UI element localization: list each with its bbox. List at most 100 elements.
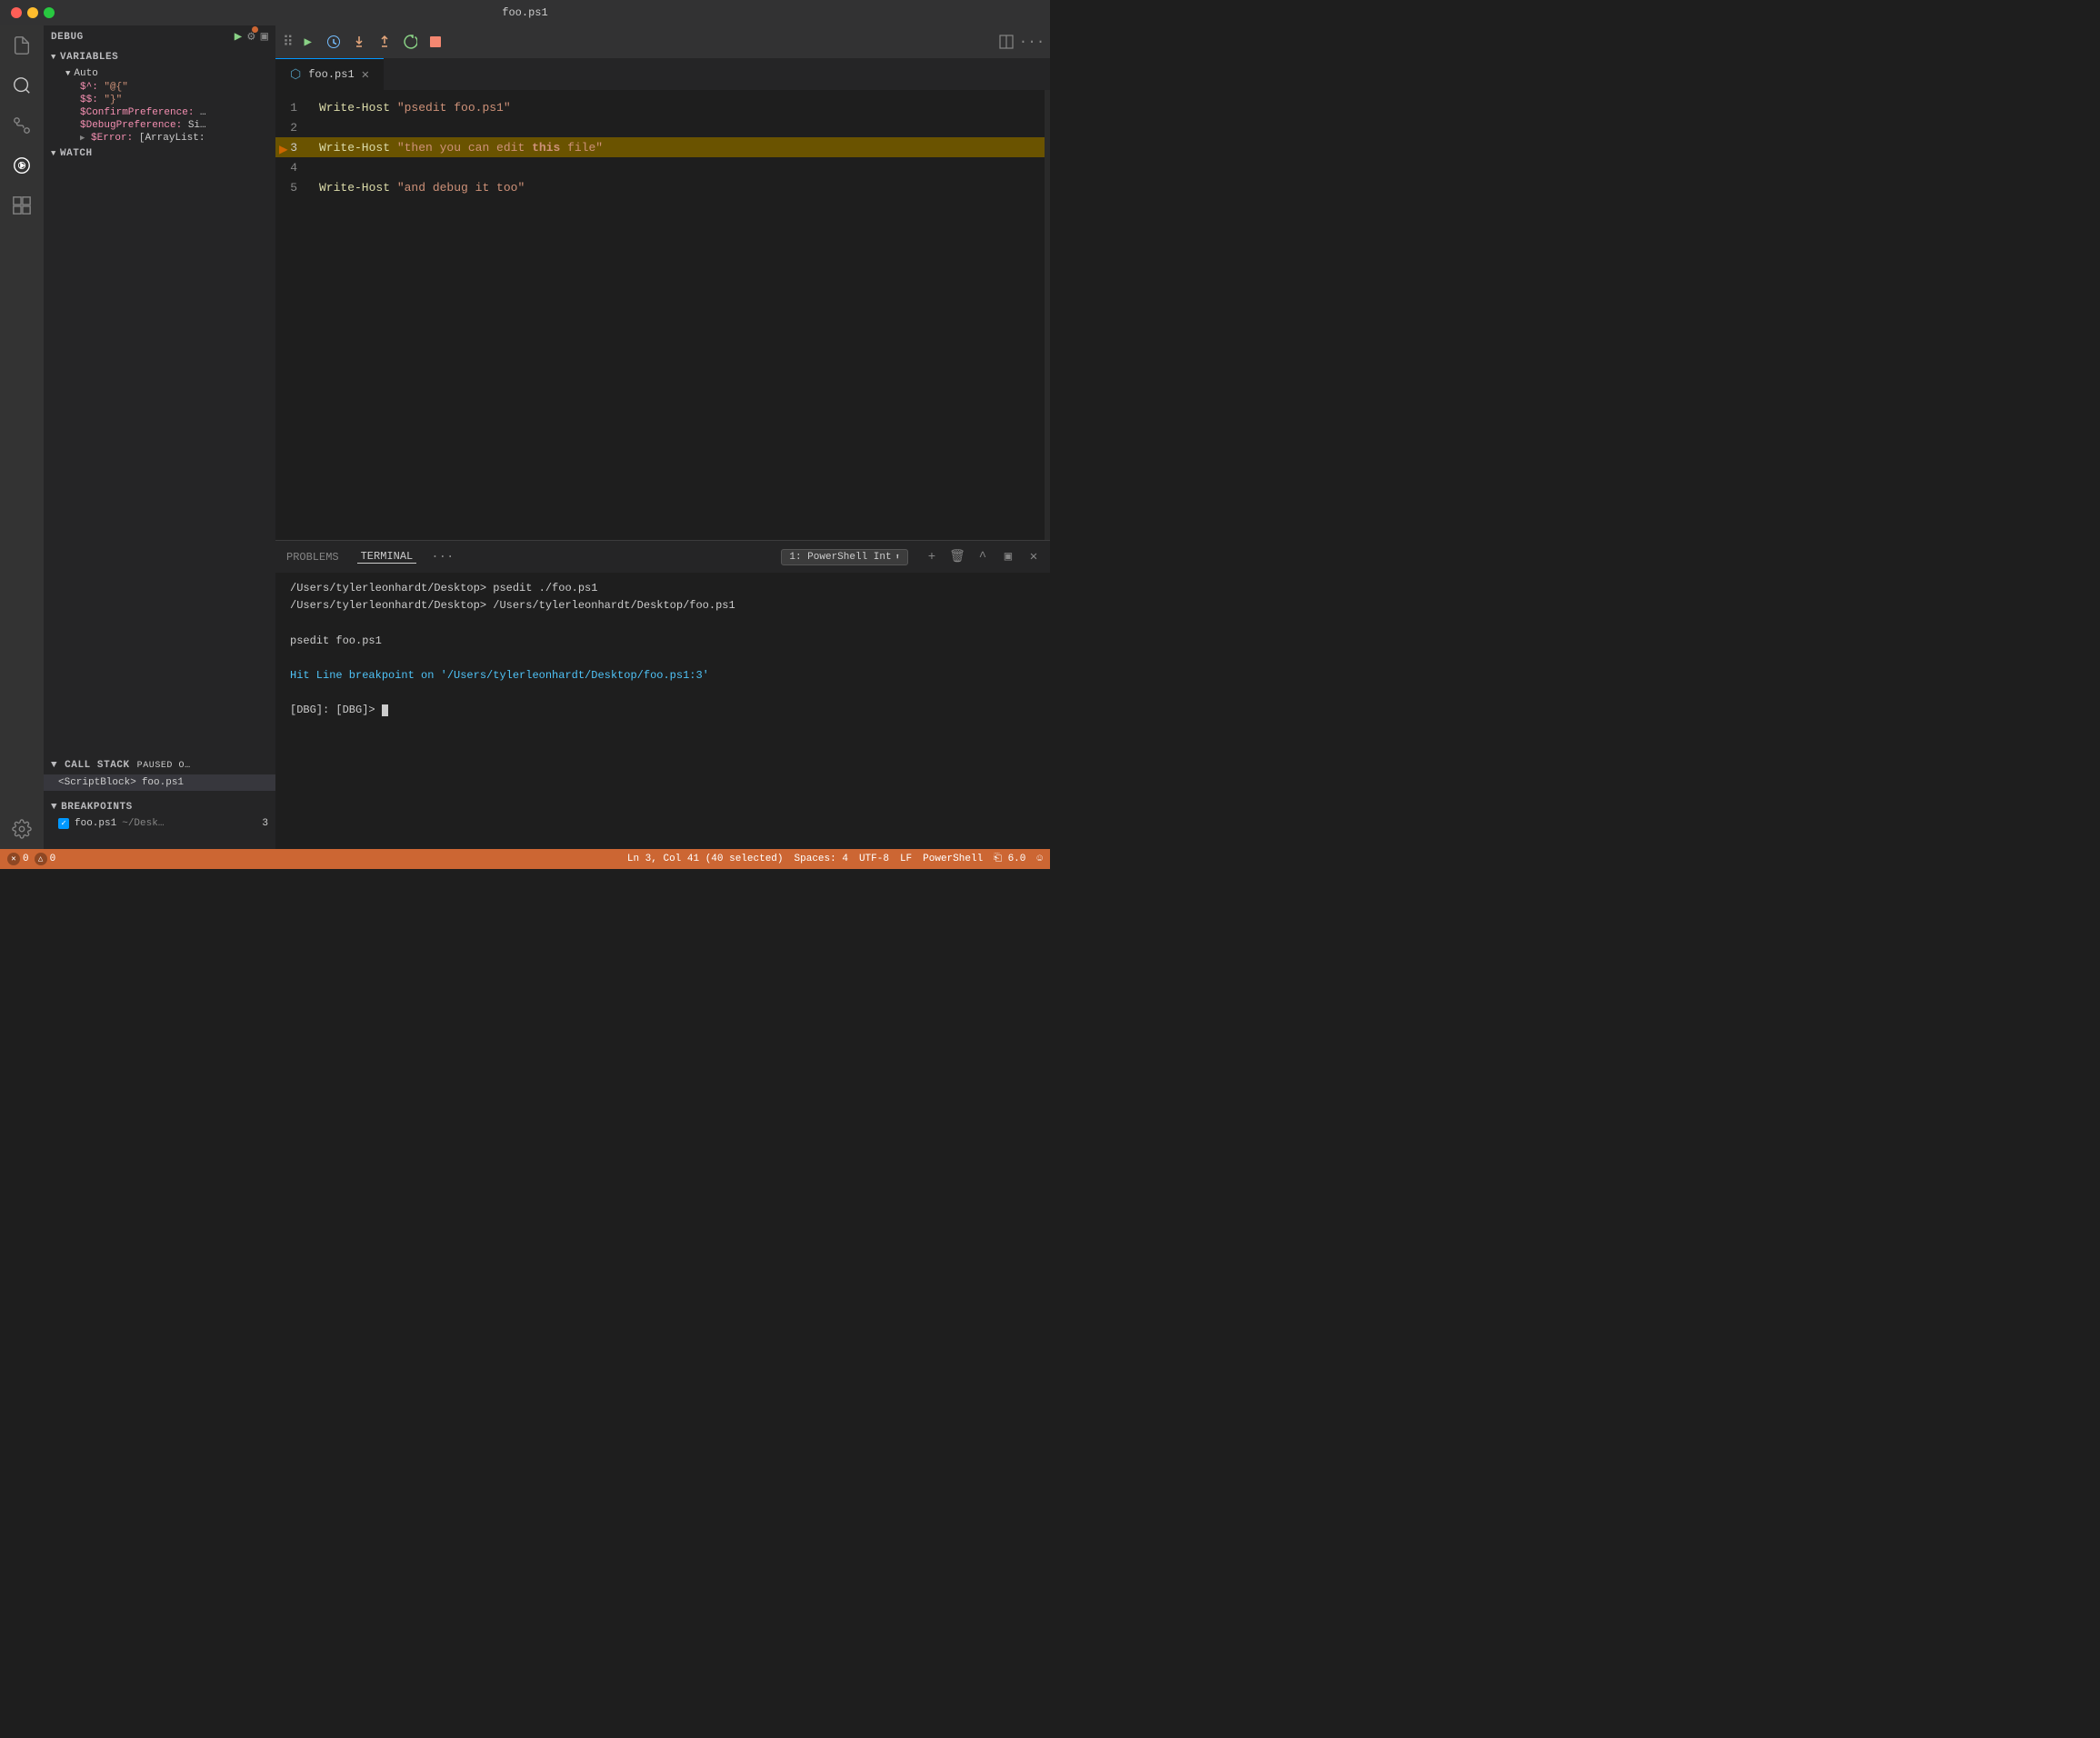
tab-terminal[interactable]: TERMINAL (357, 550, 417, 564)
terminal-area: PROBLEMS TERMINAL ··· 1: PowerShell Int … (275, 540, 1050, 849)
terminal-line: [DBG]: [DBG]> (290, 702, 1035, 719)
auto-group[interactable]: ▼ Auto (58, 66, 275, 81)
line-number-4: 4 (275, 161, 312, 175)
status-position[interactable]: Ln 3, Col 41 (40 selected) (627, 854, 784, 864)
line-content-5: Write-Host "and debug it too" (312, 181, 1050, 195)
tab-close-button[interactable]: ✕ (362, 67, 369, 83)
add-terminal-button[interactable]: + (923, 548, 941, 566)
code-line-3: ▶ 3 Write-Host "then you can edit this f… (275, 137, 1050, 157)
delete-terminal-button[interactable]: 🗑 (948, 548, 966, 566)
debug-terminal-button[interactable]: ▣ (261, 29, 268, 45)
continue-button[interactable]: ▶ (297, 31, 319, 53)
code-line-2: 2 (275, 117, 1050, 137)
terminal-more-button[interactable]: ··· (431, 550, 454, 564)
var-item[interactable]: $DebugPreference: Si… (58, 119, 275, 132)
terminal-line (290, 650, 1035, 667)
line-number-2: 2 (275, 121, 312, 135)
error-icon: ✕ (7, 853, 20, 865)
close-button[interactable] (11, 7, 22, 18)
watch-content (44, 163, 275, 235)
terminal-tabs: PROBLEMS TERMINAL ··· 1: PowerShell Int … (275, 541, 1050, 573)
status-warnings[interactable]: △ 0 (35, 853, 56, 865)
extensions-icon[interactable] (9, 193, 35, 218)
terminal-dropdown-label: 1: PowerShell Int (789, 552, 891, 563)
terminal-line (290, 684, 1035, 702)
code-line-1: 1 Write-Host "psedit foo.ps1" (275, 97, 1050, 117)
debug-run-icon[interactable] (9, 153, 35, 178)
window-controls (11, 7, 55, 18)
close-panel-button[interactable]: ✕ (1025, 548, 1043, 566)
breakpoint-item[interactable]: ✓ foo.ps1 ~/Desk… 3 (44, 816, 275, 831)
callstack-item[interactable]: <ScriptBlock> foo.ps1 (44, 774, 275, 791)
variables-section: ▼ VARIABLES ▼ Auto $^: "@{" $$: "}" $Con… (44, 48, 275, 145)
status-encoding[interactable]: UTF-8 (859, 854, 889, 864)
var-item[interactable]: $^: "@{" (58, 81, 275, 94)
terminal-line: psedit foo.ps1 (290, 633, 1035, 650)
callstack-section: ▼ CALL STACK PAUSED O… <ScriptBlock> foo… (44, 756, 275, 791)
var-item[interactable]: $ConfirmPreference: … (58, 106, 275, 119)
tab-label: foo.ps1 (308, 68, 354, 81)
breakpoints-header[interactable]: ▼ BREAKPOINTS (44, 798, 275, 816)
breakpoint-checkbox[interactable]: ✓ (58, 818, 69, 829)
code-editor[interactable]: 1 Write-Host "psedit foo.ps1" 2 ▶ 3 Writ… (275, 90, 1050, 540)
search-icon[interactable] (9, 73, 35, 98)
terminal-actions: + 🗑 ^ ▣ ✕ (923, 548, 1043, 566)
source-control-icon[interactable] (9, 113, 35, 138)
line-content-3: Write-Host "then you can edit this file" (312, 141, 1050, 155)
status-right: Ln 3, Col 41 (40 selected) Spaces: 4 UTF… (627, 854, 1043, 864)
split-terminal-button[interactable]: ▣ (999, 548, 1017, 566)
stop-button[interactable] (425, 31, 446, 53)
status-spaces[interactable]: Spaces: 4 (795, 854, 848, 864)
editor-scrollbar[interactable] (1045, 90, 1050, 540)
tab-problems[interactable]: PROBLEMS (283, 551, 343, 564)
debug-gear-button[interactable]: ⚙ (247, 29, 255, 45)
terminal-cursor (382, 704, 388, 716)
debug-title: DEBUG (51, 32, 229, 43)
warning-count: 0 (50, 854, 56, 864)
variables-list: ▼ Auto $^: "@{" $$: "}" $ConfirmPreferen… (44, 66, 275, 145)
terminal-dropdown[interactable]: 1: PowerShell Int ⬆ (781, 549, 908, 565)
files-icon[interactable] (9, 33, 35, 58)
var-item[interactable]: ▶ $Error: [ArrayList: (58, 132, 275, 145)
var-item[interactable]: $$: "}" (58, 94, 275, 106)
split-editor-button[interactable] (995, 31, 1017, 53)
terminal-content[interactable]: /Users/tylerleonhardt/Desktop> psedit ./… (275, 573, 1050, 849)
status-line-ending[interactable]: LF (900, 854, 912, 864)
line-number-5: 5 (275, 181, 312, 195)
error-count: 0 (23, 854, 29, 864)
tab-foo-ps1[interactable]: ⬡ foo.ps1 ✕ (275, 58, 384, 90)
more-actions-button[interactable]: ··· (1021, 31, 1043, 53)
debug-header: DEBUG ▶ ⚙ ▣ (44, 25, 275, 48)
step-over-button[interactable] (323, 31, 345, 53)
step-into-button[interactable] (348, 31, 370, 53)
minimize-button[interactable] (27, 7, 38, 18)
line-number-1: 1 (275, 101, 312, 115)
sidebar: DEBUG ▶ ⚙ ▣ ▼ VARIABLES ▼ Auto $^: " (44, 25, 275, 849)
watch-header[interactable]: ▼ WATCH (44, 145, 275, 163)
maximize-button[interactable] (44, 7, 55, 18)
activity-bar (0, 25, 44, 849)
variables-header[interactable]: ▼ VARIABLES (44, 48, 275, 66)
callstack-badge: PAUSED O… (137, 761, 191, 771)
step-out-button[interactable] (374, 31, 395, 53)
powershell-icon: ⬡ (290, 67, 301, 83)
titlebar: foo.ps1 (0, 0, 1050, 25)
terminal-line (290, 614, 1035, 632)
tab-bar: ⬡ foo.ps1 ✕ (275, 58, 1050, 90)
watch-section: ▼ WATCH (44, 145, 275, 235)
maximize-panel-button[interactable]: ^ (974, 548, 992, 566)
line-content-1: Write-Host "psedit foo.ps1" (312, 101, 1050, 115)
toolbar-drag-handle[interactable]: ⠿ (283, 33, 294, 51)
terminal-line: /Users/tylerleonhardt/Desktop> /Users/ty… (290, 597, 1035, 614)
status-smiley[interactable]: ☺ (1036, 854, 1043, 864)
callstack-header[interactable]: ▼ CALL STACK PAUSED O… (44, 756, 275, 774)
status-left: ✕ 0 △ 0 (7, 853, 55, 865)
debug-play-button[interactable]: ▶ (235, 29, 242, 45)
restart-button[interactable] (399, 31, 421, 53)
gear-icon[interactable] (9, 816, 35, 842)
status-language[interactable]: PowerShell (923, 854, 983, 864)
debug-toolbar: ⠿ ▶ (275, 25, 1050, 58)
status-version[interactable]: ⎗ 6.0 (994, 854, 1025, 864)
warning-icon: △ (35, 853, 47, 865)
status-errors[interactable]: ✕ 0 (7, 853, 29, 865)
